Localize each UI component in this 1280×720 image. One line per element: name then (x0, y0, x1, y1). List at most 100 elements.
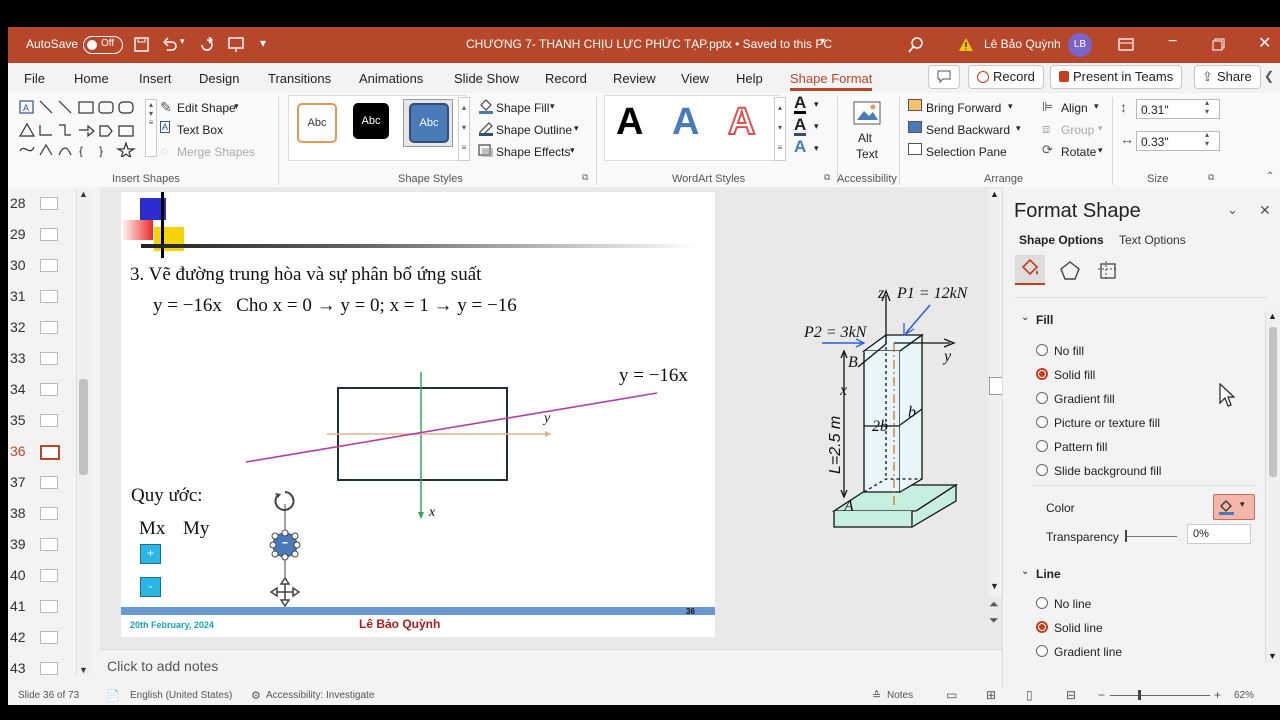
tab-record[interactable]: Record (545, 71, 587, 86)
thumbs-scroll-thumb[interactable] (79, 379, 88, 475)
zoom-slider-thumb[interactable] (1138, 690, 1141, 700)
tab-view[interactable]: View (681, 71, 709, 86)
mx-label[interactable]: Mx (139, 518, 165, 540)
thumbs-scroll-down-icon[interactable]: ▼ (79, 665, 88, 675)
slide-thumbnail-number[interactable]: 42 (10, 629, 26, 645)
tab-review[interactable]: Review (613, 71, 656, 86)
restore-icon[interactable] (1212, 38, 1225, 51)
slide-thumbnail-number[interactable]: 28 (10, 195, 26, 211)
tab-transitions[interactable]: Transitions (268, 71, 331, 86)
radio-no-line[interactable] (1036, 597, 1048, 609)
reading-view-icon[interactable]: ▯ (1026, 688, 1033, 702)
notes-icon[interactable]: ≙ (872, 689, 881, 702)
resize-handle-right[interactable] (293, 541, 301, 549)
editor-scrollbar[interactable]: ▲ ▼ (988, 189, 1003, 597)
tab-slide-show[interactable]: Slide Show (454, 71, 519, 86)
comments-button[interactable] (928, 65, 960, 89)
radio-picture-fill[interactable] (1036, 416, 1048, 428)
minus-convention-box[interactable]: - (140, 577, 161, 597)
slide-thumbnail-number[interactable]: 35 (10, 412, 26, 428)
text-outline-icon[interactable]: A (794, 116, 807, 136)
tab-home[interactable]: Home (74, 71, 109, 86)
slide-thumbnail-number[interactable]: 33 (10, 350, 26, 366)
pane-close-icon[interactable]: ✕ (1259, 202, 1271, 219)
gradient-line-label[interactable]: Gradient line (1054, 645, 1122, 659)
radio-slide-background-fill[interactable] (1036, 464, 1048, 476)
title-dropdown-icon[interactable]: ▾ (820, 36, 825, 47)
radio-solid-line[interactable] (1036, 621, 1048, 633)
slide-thumbnail[interactable] (40, 290, 58, 303)
slide-thumbnail-number[interactable]: 32 (10, 319, 26, 335)
my-label[interactable]: My (183, 518, 209, 540)
slide-thumbnail[interactable] (40, 631, 58, 644)
plus-convention-box[interactable]: + (140, 544, 161, 564)
slide-canvas[interactable]: 3. Vẽ đường trung hòa và sự phân bố ứng … (121, 192, 715, 637)
send-backward-dropdown-icon[interactable]: ▾ (1016, 123, 1021, 134)
no-line-label[interactable]: No line (1054, 597, 1091, 611)
thumbnails-scrollbar[interactable]: ▲ ▼ (76, 189, 91, 675)
resize-handle-top-right[interactable] (291, 532, 299, 540)
wordart-outline[interactable]: A (727, 100, 756, 144)
previous-slide-icon[interactable]: ⏶ (989, 597, 999, 612)
save-icon[interactable] (134, 37, 150, 53)
height-spinner-icon[interactable]: ▴ ▾ (1205, 98, 1209, 116)
shape-styles-scroll[interactable]: ▴ ▾ ≡ (458, 97, 470, 161)
width-spinner-icon[interactable]: ▴ ▾ (1205, 130, 1209, 148)
shape-effects-dropdown-icon[interactable]: ▾ (570, 145, 575, 156)
editor-scroll-down-icon[interactable]: ▼ (990, 581, 999, 591)
slide-thumbnail-number[interactable]: 40 (10, 567, 26, 583)
tab-shape-format[interactable]: Shape Format (790, 71, 873, 91)
line-section-header[interactable]: Line (1036, 567, 1061, 581)
pane-scroll-up-icon[interactable]: ▲ (1268, 311, 1277, 321)
undo-icon[interactable] (162, 37, 178, 53)
solid-fill-label[interactable]: Solid fill (1054, 368, 1095, 382)
tab-insert[interactable]: Insert (139, 71, 172, 86)
transparency-input[interactable]: 0% (1187, 524, 1251, 544)
gradient-fill-label[interactable]: Gradient fill (1054, 392, 1115, 406)
resize-handle-bottom[interactable] (281, 553, 289, 561)
slide-sorter-icon[interactable]: ⊞ (986, 688, 996, 702)
undo-dropdown-icon[interactable]: ▾ (180, 36, 185, 47)
bring-forward-dropdown-icon[interactable]: ▾ (1008, 101, 1013, 112)
shape-outline-button[interactable]: Shape Outline (496, 123, 572, 137)
zoom-out-icon[interactable]: − (1098, 688, 1105, 702)
fill-collapse-icon[interactable]: ⌄ (1021, 312, 1029, 323)
resize-handle-left[interactable] (269, 541, 277, 549)
avatar[interactable]: LB (1068, 33, 1092, 57)
neutral-axis-line[interactable] (245, 392, 658, 463)
alt-text-label-1[interactable]: Alt (858, 131, 872, 145)
shape-style-orange-outline[interactable]: Abc (297, 103, 337, 143)
resize-handle-bottom-left[interactable] (271, 550, 279, 558)
slide-thumbnail[interactable] (40, 321, 58, 334)
column-figure[interactable]: z P1 = 12kN P2 = 3kN y B x 2b b A L=2.5 … (798, 247, 988, 539)
slide-thumbnail-number[interactable]: 43 (10, 660, 26, 676)
slide-thumbnail[interactable] (40, 662, 58, 675)
text-box-button[interactable]: Text Box (177, 123, 223, 137)
convention-label[interactable]: Quy ước: (131, 485, 203, 507)
redo-icon[interactable] (199, 37, 215, 53)
shape-fill-dropdown-icon[interactable]: ▾ (550, 101, 555, 112)
text-effects-dropdown-icon[interactable]: ▾ (814, 143, 819, 154)
pane-scrollbar[interactable]: ▲ ▼ (1265, 311, 1280, 663)
collapse-ribbon-icon[interactable]: ⌃ (1266, 171, 1274, 182)
slide-thumbnail-current[interactable] (40, 445, 60, 460)
accessibility-status[interactable]: Accessibility: Investigate (266, 690, 374, 701)
radio-solid-fill[interactable] (1036, 368, 1048, 380)
radio-pattern-fill[interactable] (1036, 440, 1048, 452)
pattern-fill-label[interactable]: Pattern fill (1054, 440, 1107, 454)
shape-styles-launcher-icon[interactable]: ⧉ (582, 172, 588, 183)
slide-thumbnail-number[interactable]: 36 (10, 443, 26, 459)
neutral-line-label[interactable]: y = −16x (619, 365, 688, 387)
slide-thumbnail[interactable] (40, 352, 58, 365)
autosave-toggle[interactable]: Off (83, 36, 123, 54)
rotate-dropdown-icon[interactable]: ▾ (1098, 145, 1103, 156)
overflow-chevron-icon[interactable]: ❮ (1264, 69, 1274, 83)
customize-toolbar-icon[interactable]: ▾ (260, 36, 266, 50)
text-fill-dropdown-icon[interactable]: ▾ (814, 99, 819, 110)
radio-gradient-fill[interactable] (1036, 392, 1048, 404)
size-launcher-icon[interactable]: ⧉ (1208, 172, 1214, 183)
text-effects-icon[interactable]: A (794, 138, 806, 155)
editor-scroll-up-icon[interactable]: ▲ (990, 189, 999, 199)
edit-shape-button[interactable]: Edit Shape (177, 101, 236, 115)
notes-pane[interactable]: Click to add notes (100, 649, 1002, 686)
